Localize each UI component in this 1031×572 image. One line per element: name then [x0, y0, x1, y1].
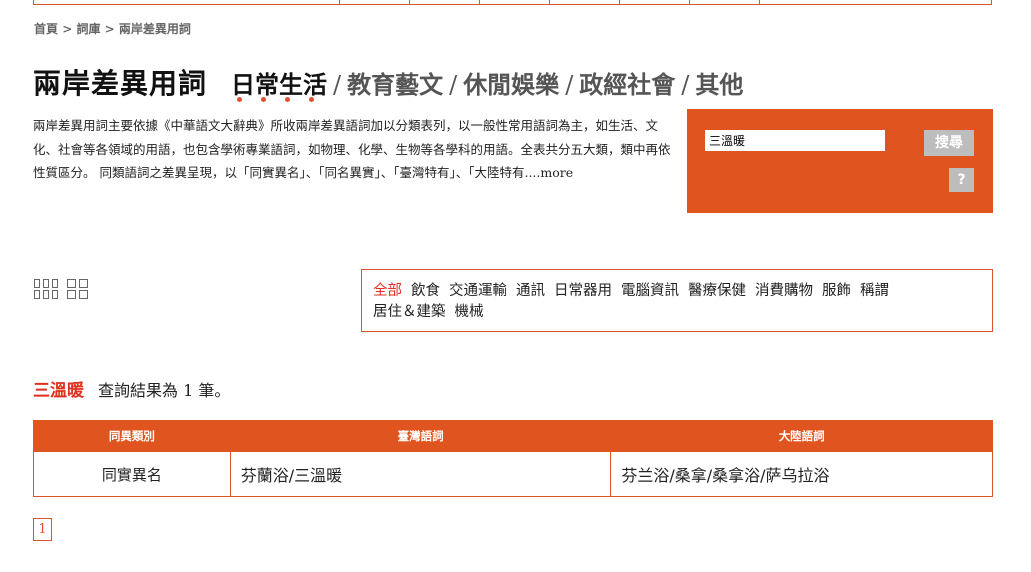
- category-separator: /: [681, 71, 690, 99]
- subcategory-item[interactable]: 電腦資訊: [621, 283, 679, 299]
- category-separator: /: [333, 71, 342, 99]
- more-link[interactable]: ....more: [524, 165, 573, 180]
- subcategory-item[interactable]: 稱謂: [860, 283, 889, 299]
- description: 兩岸差異用詞主要依據《中華語文大辭典》所收兩岸差異語詞加以分類表列，以一般性常用…: [33, 114, 673, 185]
- column-header: 大陸語詞: [610, 420, 993, 452]
- category-tab-education-arts[interactable]: 教育藝文: [347, 70, 443, 99]
- breadcrumb-separator: >: [58, 22, 77, 36]
- pagination-page-1[interactable]: 1: [33, 518, 52, 541]
- table-cell-type: 同實異名: [33, 451, 231, 497]
- description-text: 兩岸差異用詞主要依據《中華語文大辭典》所收兩岸差異語詞加以分類表列，以一般性常用…: [33, 118, 671, 180]
- subcategory-item[interactable]: 日常器用: [554, 283, 612, 299]
- search-input[interactable]: [705, 130, 885, 151]
- result-summary: 三溫暖 查詢結果為 1 筆。: [33, 376, 230, 401]
- subcategory-filter: 全部 飲食 交通運輸 通訊 日常器用 電腦資訊 醫療保健 消費購物 服飾 稱謂居住＆建築 機械: [361, 269, 993, 332]
- breadcrumb: 首頁 > 詞庫 > 兩岸差異用詞: [34, 20, 191, 37]
- subcategory-item[interactable]: 通訊: [516, 283, 545, 299]
- category-separator: /: [449, 71, 458, 99]
- table-header-row: 同異類別 臺灣語詞 大陸語詞: [33, 420, 993, 452]
- search-button[interactable]: 搜尋: [924, 130, 974, 156]
- table-row: 同實異名 芬蘭浴/三溫暖 芬兰浴/桑拿/桑拿浴/萨乌拉浴: [33, 451, 993, 497]
- category-tab-other[interactable]: 其他: [695, 70, 743, 99]
- top-nav-strip: [33, 0, 992, 5]
- breadcrumb-lexicon[interactable]: 詞庫: [76, 22, 100, 36]
- subcategory-item[interactable]: 服飾: [822, 283, 851, 299]
- subcategory-item[interactable]: 居住＆建築: [373, 304, 446, 320]
- subcategory-item[interactable]: 飲食: [411, 283, 440, 299]
- subcategory-item[interactable]: 機械: [455, 304, 484, 320]
- grid-2col-icon[interactable]: [67, 279, 89, 299]
- results-table: 同異類別 臺灣語詞 大陸語詞 同實異名 芬蘭浴/三溫暖 芬兰浴/桑拿/桑拿浴/萨…: [33, 420, 993, 497]
- search-panel: 搜尋 ?: [687, 109, 993, 213]
- breadcrumb-current: 兩岸差異用詞: [118, 22, 191, 36]
- help-button[interactable]: ?: [949, 168, 974, 192]
- subcategory-all[interactable]: 全部: [373, 283, 402, 299]
- breadcrumb-separator: >: [100, 22, 119, 36]
- category-tab-daily-life[interactable]: 日常生活: [231, 70, 327, 99]
- result-keyword: 三溫暖: [33, 381, 84, 401]
- page-title: 兩岸差異用詞: [33, 67, 208, 100]
- result-count: 查詢結果為 1 筆。: [98, 381, 231, 400]
- subcategory-item[interactable]: 交通運輸: [449, 283, 507, 299]
- subcategory-item[interactable]: 消費購物: [755, 283, 813, 299]
- column-header: 臺灣語詞: [229, 420, 612, 452]
- table-cell-taiwan: 芬蘭浴/三溫暖: [229, 451, 612, 497]
- column-header: 同異類別: [33, 420, 231, 452]
- grid-3col-icon[interactable]: [34, 279, 58, 299]
- category-nav: 日常生活 / 教育藝文 / 休閒娛樂 / 政經社會 / 其他: [231, 65, 743, 100]
- breadcrumb-home[interactable]: 首頁: [34, 22, 58, 36]
- category-separator: /: [565, 71, 574, 99]
- table-cell-mainland: 芬兰浴/桑拿/桑拿浴/萨乌拉浴: [610, 451, 993, 497]
- category-tab-leisure[interactable]: 休閒娛樂: [463, 70, 559, 99]
- category-tab-politics-society[interactable]: 政經社會: [579, 70, 675, 99]
- subcategory-item[interactable]: 醫療保健: [688, 283, 746, 299]
